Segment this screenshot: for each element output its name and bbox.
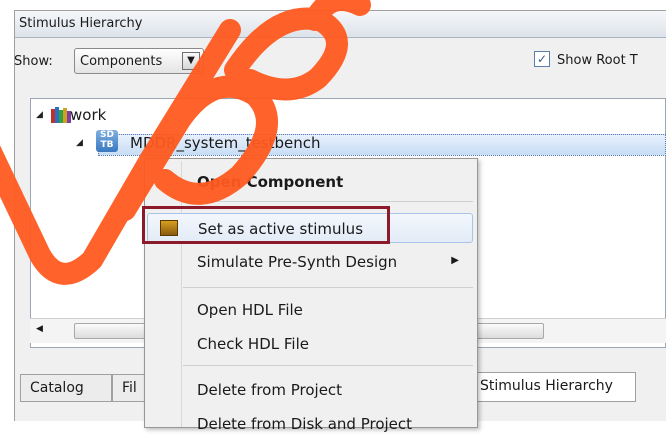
show-label: Show: xyxy=(14,54,53,69)
expand-triangle-icon[interactable]: ◢ xyxy=(36,110,43,120)
library-icon xyxy=(51,107,71,123)
scroll-left-icon[interactable]: ◀ xyxy=(36,324,43,334)
tab-catalog[interactable]: Catalog xyxy=(20,374,112,402)
collapsed-triangle-icon[interactable]: ▷ xyxy=(106,216,113,226)
tree-node-work[interactable]: work xyxy=(70,106,106,124)
context-menu: Open Component Set as active stimulus Si… xyxy=(144,158,478,433)
menu-item-open-hdl-file[interactable]: Open HDL File xyxy=(145,295,477,325)
panel-title: Stimulus Hierarchy xyxy=(19,16,143,31)
show-select[interactable]: Components ▼ xyxy=(74,48,204,74)
panel-titlebar: Stimulus Hierarchy xyxy=(15,11,666,38)
chevron-down-icon[interactable]: ▼ xyxy=(182,52,200,70)
menu-item-label: Delete from Project xyxy=(197,381,343,399)
tab-stimulus-hierarchy[interactable]: Stimulus Hierarchy xyxy=(470,372,636,402)
smartdesign-testbench-icon: SD TB xyxy=(96,130,118,152)
menu-item-label: Open HDL File xyxy=(197,301,303,319)
menu-separator xyxy=(183,287,473,288)
menu-item-open-component[interactable]: Open Component xyxy=(145,167,477,197)
menu-item-simulate-pre-synth[interactable]: Simulate Pre-Synth Design ▶ xyxy=(145,247,477,277)
menu-item-check-hdl-file[interactable]: Check HDL File xyxy=(145,329,477,359)
show-root-checkbox[interactable]: ✓ xyxy=(534,51,550,67)
menu-separator xyxy=(183,365,473,366)
expand-triangle-icon[interactable]: ◢ xyxy=(76,138,83,148)
show-root-label: Show Root T xyxy=(557,53,638,68)
menu-item-delete-from-project[interactable]: Delete from Project xyxy=(145,375,477,405)
menu-item-label: Delete from Disk and Project xyxy=(197,415,413,433)
menu-item-label: Simulate Pre-Synth Design xyxy=(197,253,398,271)
menu-item-label: Open Component xyxy=(197,173,344,191)
show-select-value: Components xyxy=(80,54,163,69)
submenu-arrow-icon: ▶ xyxy=(451,255,459,266)
menu-item-delete-from-disk[interactable]: Delete from Disk and Project xyxy=(145,409,477,439)
menu-separator xyxy=(183,201,473,202)
tree-node-testbench-label[interactable]: MDDR_system_testbench xyxy=(130,134,321,152)
menu-item-label: Check HDL File xyxy=(197,335,309,353)
annotation-highlight-box xyxy=(142,206,390,244)
